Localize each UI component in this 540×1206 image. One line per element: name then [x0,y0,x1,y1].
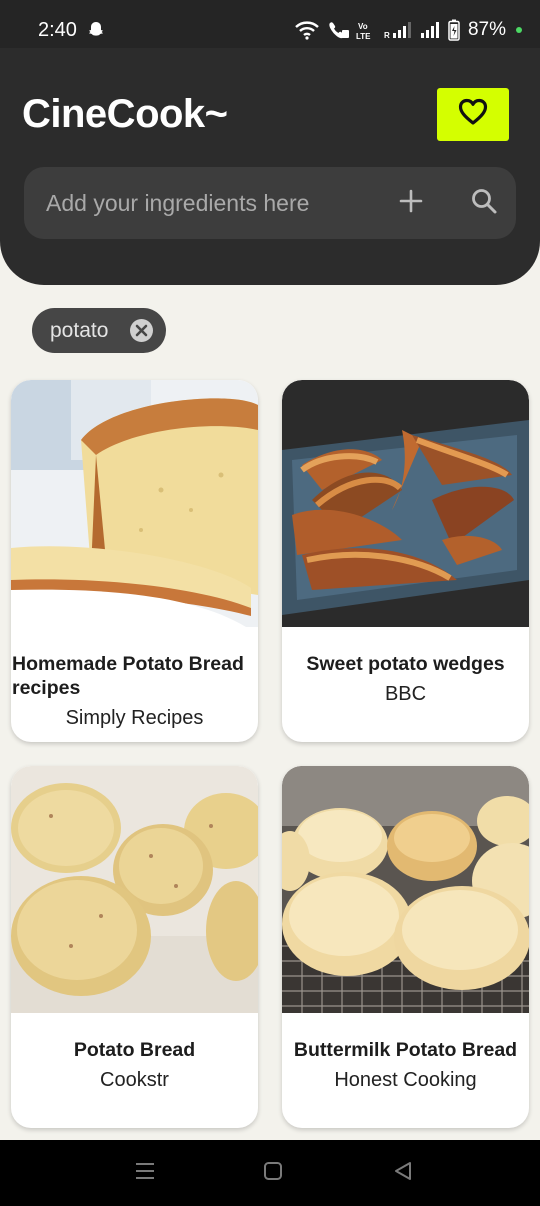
recipe-image-sweet-potato-wedges [282,380,529,627]
ingredient-search-bar [24,167,516,239]
recipe-image-potato-bread-loaf [11,380,258,627]
status-bar: 2:40 Vo LTE R 87% [0,0,540,48]
chip-label: potato [50,319,109,342]
back-button[interactable] [388,1160,418,1186]
add-ingredient-button[interactable] [391,183,431,223]
system-nav-bar [0,1140,540,1206]
recipe-source: Honest Cooking [334,1069,477,1091]
close-circle-icon[interactable] [129,318,154,343]
recipe-source: Cookstr [100,1069,169,1091]
ingredient-chip: potato [32,308,166,353]
signal-icon [420,20,442,40]
favorites-button[interactable] [437,88,509,141]
recipe-card[interactable]: Sweet potato wedges BBC [282,380,529,742]
battery-icon [448,19,460,41]
status-icons: Vo LTE R 87% [294,18,522,42]
status-time: 2:40 [38,19,77,41]
recipe-title: Homemade Potato Bread recipes [12,653,244,699]
status-dot [516,27,522,33]
app-header: CineCook~ [0,48,540,285]
recipe-card[interactable]: Potato Bread Cookstr [11,766,258,1128]
home-icon [263,1161,283,1186]
volte-icon: Vo LTE [356,20,378,40]
plus-icon [399,189,423,218]
battery-percent: 87% [467,19,506,40]
recents-icon [134,1161,156,1186]
svg-text:LTE: LTE [356,32,371,40]
recipe-card[interactable]: Buttermilk Potato Bread Honest Cooking [282,766,529,1128]
recipe-image-buttermilk-rolls [282,766,529,1013]
recipe-source: BBC [384,683,427,705]
recipe-title: Buttermilk Potato Bread [293,1039,518,1061]
home-button[interactable] [258,1160,288,1186]
app-title: CineCook~ [22,92,228,136]
recipe-source: Simply Recipes [65,707,204,729]
recipe-image-raw-potatoes [11,766,258,1013]
recipe-title: Sweet potato wedges [306,653,505,675]
signal-icon: R [384,20,414,40]
search-icon [470,187,498,220]
svg-text:R: R [384,31,390,40]
call-icon [326,20,350,40]
wifi-icon [294,20,320,40]
search-button[interactable] [462,181,506,225]
recipe-title: Potato Bread [73,1039,196,1061]
snapchat-icon [86,20,106,40]
recents-button[interactable] [130,1160,160,1186]
heart-icon [458,98,488,131]
recipe-card[interactable]: Homemade Potato Bread recipes Simply Rec… [11,380,258,742]
ingredient-input[interactable] [46,167,376,239]
svg-text:Vo: Vo [358,22,368,31]
back-icon [393,1161,413,1186]
